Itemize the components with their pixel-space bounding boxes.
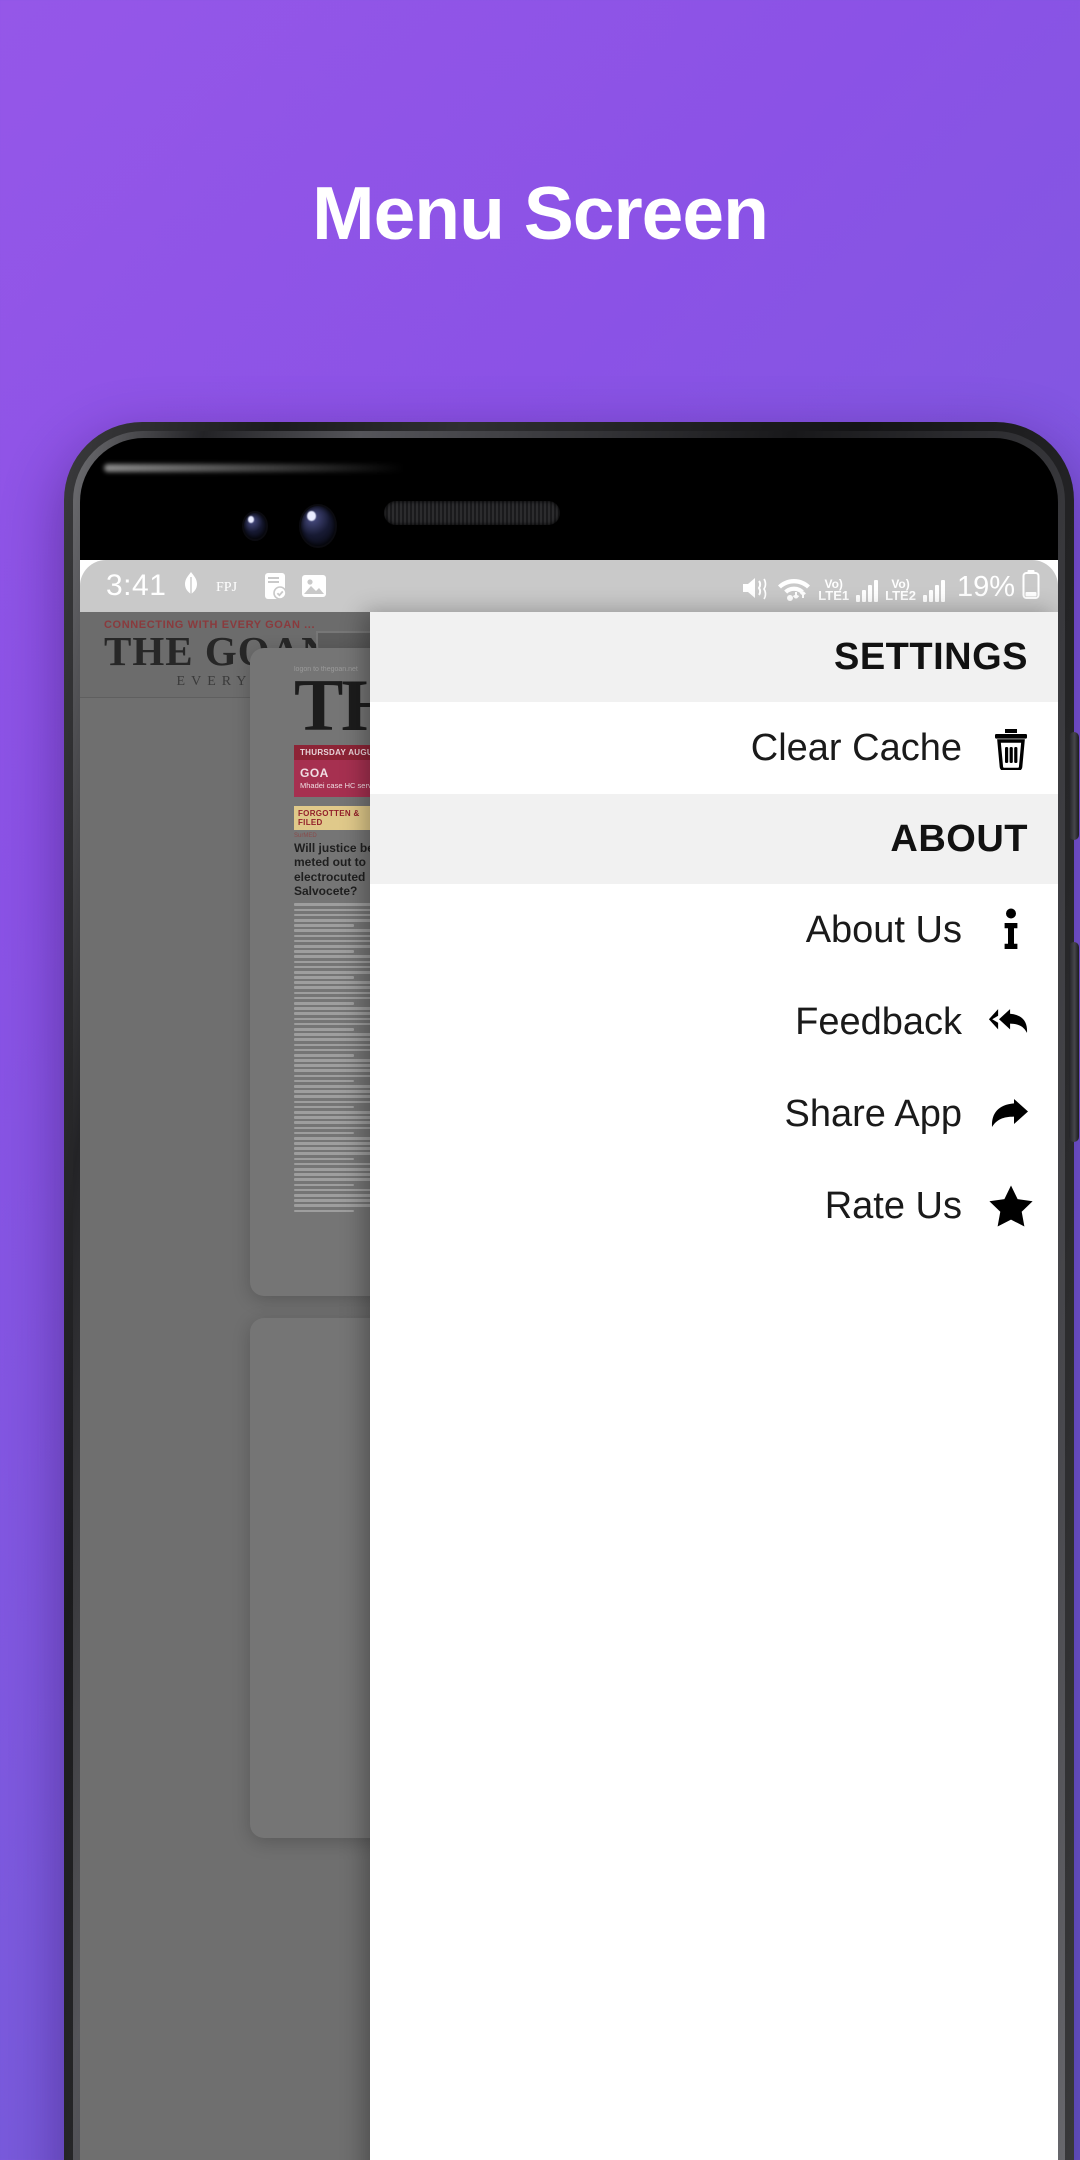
mute-icon bbox=[740, 574, 770, 602]
volte1-icon: Vo) LTE1 bbox=[818, 578, 850, 604]
bezel-gloss-highlight bbox=[104, 464, 404, 472]
status-bar-right: Vo) LTE1 Vo) LTE2 19% bbox=[740, 570, 1040, 602]
navigation-drawer: SETTINGS Clear Cache ABOUT About Us Feed… bbox=[370, 612, 1058, 2160]
fpj-text-icon: FPJ bbox=[216, 577, 250, 595]
section-header-about: ABOUT bbox=[370, 794, 1058, 884]
menu-item-feedback[interactable]: Feedback bbox=[370, 976, 1058, 1068]
status-bar-left: 3:41 FPJ bbox=[106, 569, 328, 603]
earpiece-speaker-icon bbox=[384, 501, 560, 525]
reply-all-icon bbox=[988, 1002, 1034, 1042]
signal-bars-icon bbox=[856, 580, 879, 602]
phone-screen-glass: 3:41 FPJ Vo) LTE1 Vo) LTE2 19% CONNECTIN… bbox=[80, 438, 1058, 2160]
menu-item-label: Clear Cache bbox=[750, 726, 962, 769]
menu-item-label: Rate Us bbox=[824, 1184, 962, 1227]
image-icon bbox=[300, 572, 328, 600]
menu-item-share-app[interactable]: Share App bbox=[370, 1068, 1058, 1160]
volte1-bottom-label: LTE1 bbox=[818, 588, 850, 604]
status-bar: 3:41 FPJ Vo) LTE1 Vo) LTE2 19% bbox=[80, 560, 1058, 612]
menu-item-about-us[interactable]: About Us bbox=[370, 884, 1058, 976]
status-clock: 3:41 bbox=[106, 569, 167, 602]
svg-text:FPJ: FPJ bbox=[216, 580, 238, 595]
section-header-settings: SETTINGS bbox=[370, 612, 1058, 702]
wifi-icon bbox=[777, 574, 811, 602]
menu-item-label: Feedback bbox=[795, 1000, 962, 1043]
trash-icon bbox=[988, 726, 1034, 770]
battery-icon bbox=[1022, 570, 1040, 600]
volume-button[interactable] bbox=[1069, 732, 1079, 840]
volte2-icon: Vo) LTE2 bbox=[885, 578, 916, 604]
menu-item-label: About Us bbox=[805, 908, 962, 951]
drawer-empty-space bbox=[370, 1252, 1058, 2160]
signal-bars-icon bbox=[922, 580, 945, 602]
info-icon bbox=[988, 908, 1034, 952]
volte2-bottom-label: LTE2 bbox=[885, 588, 916, 604]
menu-item-label: Share App bbox=[784, 1092, 962, 1135]
menu-item-rate-us[interactable]: Rate Us bbox=[370, 1160, 1058, 1252]
front-camera-secondary-icon bbox=[244, 513, 266, 539]
device-screen: 3:41 FPJ Vo) LTE1 Vo) LTE2 19% CONNECTIN… bbox=[80, 560, 1058, 2160]
share-arrow-icon bbox=[988, 1094, 1034, 1134]
phone-device-mockup: 3:41 FPJ Vo) LTE1 Vo) LTE2 19% CONNECTIN… bbox=[64, 422, 1079, 2160]
front-camera-main-icon bbox=[301, 506, 335, 546]
star-icon bbox=[988, 1184, 1034, 1228]
menu-item-clear-cache[interactable]: Clear Cache bbox=[370, 702, 1058, 794]
document-check-icon bbox=[262, 571, 288, 601]
fpj-logo-icon bbox=[178, 571, 204, 601]
battery-percent-label: 19% bbox=[956, 571, 1015, 603]
page-title: Menu Screen bbox=[312, 171, 769, 255]
power-button[interactable] bbox=[1069, 942, 1079, 1142]
